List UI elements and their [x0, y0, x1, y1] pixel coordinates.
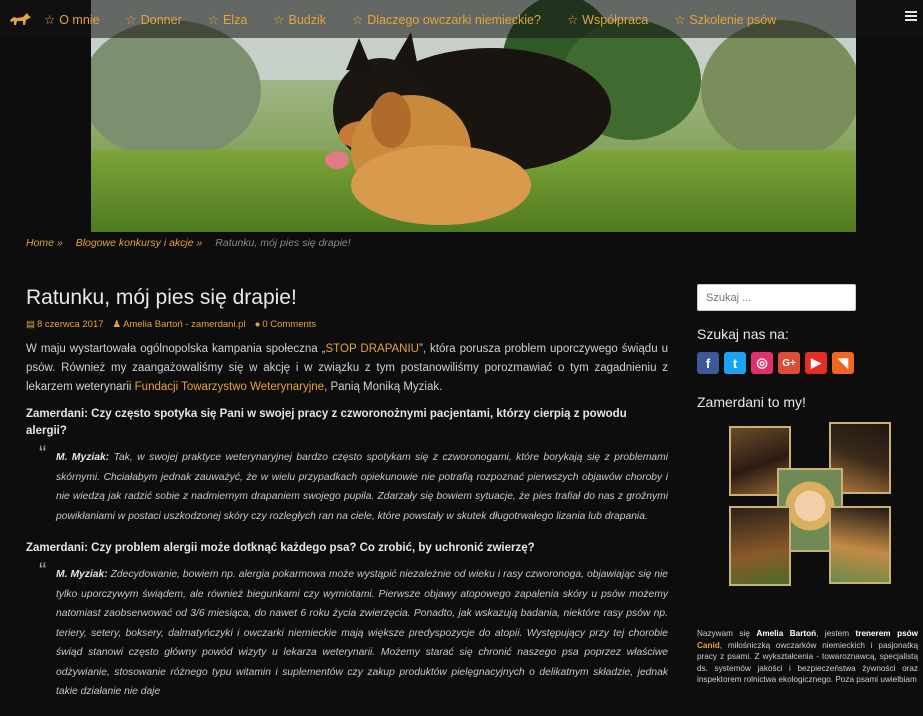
nav-item-o-mnie[interactable]: ☆ O mnie	[44, 12, 100, 27]
nav-item-wspolpraca[interactable]: ☆ Współpraca	[567, 12, 648, 27]
social-links: f t ◎ G+ ▶ ◥	[697, 352, 923, 374]
instagram-icon[interactable]: ◎	[751, 352, 773, 374]
nav-item-dlaczego[interactable]: ☆ Dlaczego owczarki niemieckie?	[352, 12, 541, 27]
star-icon: ☆	[273, 12, 285, 27]
calendar-icon: ▤	[26, 319, 35, 330]
rss-icon[interactable]: ◥	[832, 352, 854, 374]
search-input[interactable]	[697, 284, 856, 311]
find-us-heading: Szukaj nas na:	[697, 326, 789, 342]
canid-link[interactable]: Canid	[697, 641, 720, 650]
nav-item-elza[interactable]: ☆ Elza	[208, 12, 248, 27]
user-icon: ♟	[112, 319, 122, 330]
star-icon: ☆	[44, 12, 56, 27]
star-icon: ☆	[566, 12, 579, 27]
nav-item-szkolenie[interactable]: ☆ Szkolenie psów	[674, 12, 776, 27]
twitter-icon[interactable]: t	[724, 352, 746, 374]
breadcrumb-home[interactable]: Home »	[26, 237, 63, 249]
quote-icon: “	[39, 441, 47, 466]
post-date[interactable]: ▤ 8 czerwca 2017	[26, 319, 104, 330]
dog-logo-icon[interactable]	[8, 11, 32, 27]
answer-1: “ M. Myziak: Tak, w swojej praktyce wete…	[39, 441, 669, 522]
breadcrumb-current: Ratunku, mój pies się drapie!	[215, 237, 351, 249]
article: Ratunku, mój pies się drapie! ▤ 8 czerwca…	[26, 286, 668, 702]
page-title: Ratunku, mój pies się drapie!	[26, 286, 297, 309]
photo-collage	[729, 422, 891, 592]
google-plus-icon[interactable]: G+	[778, 352, 800, 374]
facebook-icon[interactable]: f	[697, 352, 719, 374]
breadcrumb: Home » Blogowe konkursy i akcje » Ratunk…	[26, 237, 351, 249]
question-2: Zamerdani: Czy problem alergii może dotk…	[26, 542, 535, 554]
about-heading: Zamerdani to my!	[697, 394, 806, 410]
post-author[interactable]: ♟ Amelia Bartoń - zamerdani.pl	[113, 319, 246, 330]
star-icon: ☆	[207, 12, 219, 27]
nav-item-budzik[interactable]: ☆ Budzik	[273, 12, 326, 27]
star-icon: ☆	[352, 12, 364, 27]
post-meta: ▤ 8 czerwca 2017 ♟ Amelia Bartoń - zamerda…	[26, 319, 668, 330]
star-icon: ☆	[674, 12, 686, 27]
nav-item-donner[interactable]: ☆ Donner	[126, 12, 182, 27]
intro-paragraph: W maju wystartowała ogólnopolska kampani…	[26, 343, 668, 393]
dog-photo-4	[829, 506, 891, 584]
stop-drapaniu-link[interactable]: STOP DRAPANIU	[326, 343, 419, 355]
menu-icon[interactable]	[905, 11, 917, 23]
author-bio: Nazywam się Amelia Bartoń, jestem trener…	[697, 629, 918, 684]
quote-icon: “	[39, 558, 47, 583]
fundacja-link[interactable]: Fundacji Towarzystwo Weterynaryjne	[135, 381, 324, 393]
top-nav: ☆ O mnie ☆ Donner ☆ Elza ☆ Budzik ☆ Dlaczego …	[0, 0, 923, 38]
sidebar: Szukaj nas na: ft◎G+▶◥ Zamerdani to my!	[697, 284, 923, 592]
post-comments[interactable]: ● 0 Comments	[255, 319, 317, 330]
youtube-icon[interactable]: ▶	[805, 352, 827, 374]
dog-photo-3	[729, 506, 791, 586]
breadcrumb-category[interactable]: Blogowe konkursy i akcje »	[76, 237, 203, 249]
star-icon: ☆	[125, 12, 137, 27]
answer-2: “ M. Myziak: Zdecydowanie, bowiem np. al…	[39, 558, 668, 697]
question-1: Zamerdani: Czy często spotyka się Pani w…	[26, 408, 627, 437]
comment-icon: ●	[254, 319, 261, 330]
